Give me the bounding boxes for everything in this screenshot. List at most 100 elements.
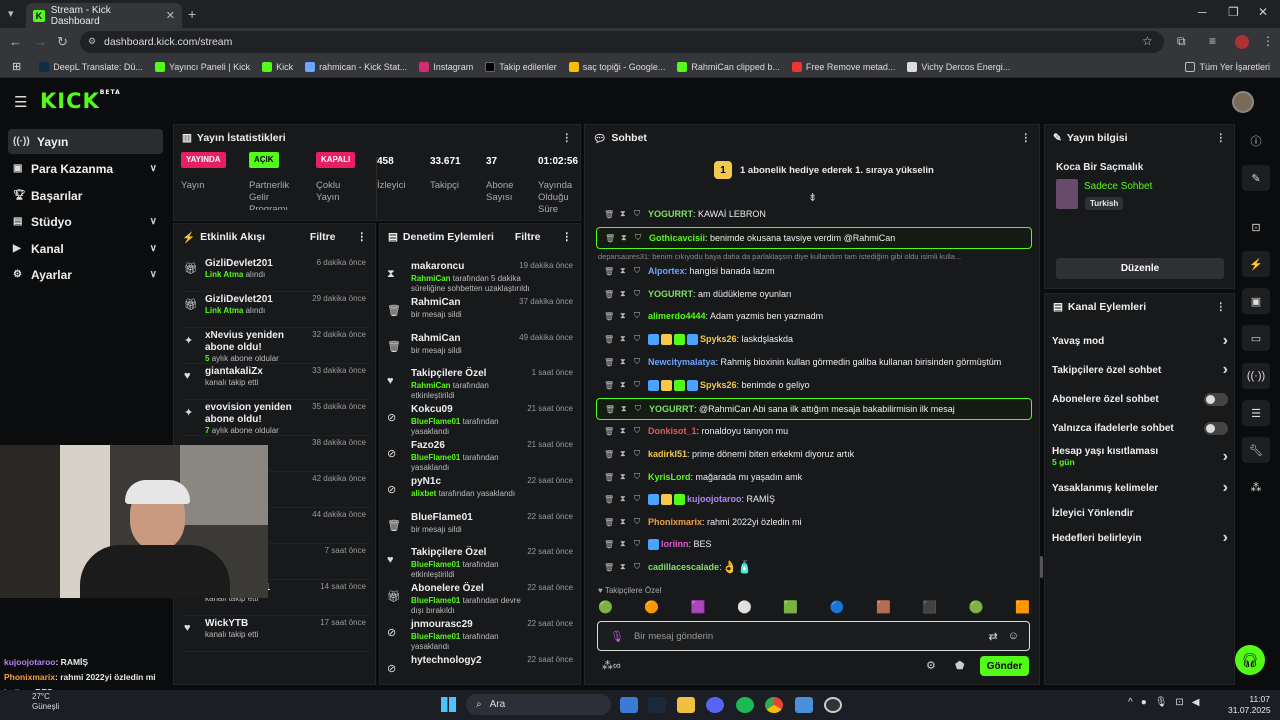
more-icon[interactable]: ⋮ [1216, 301, 1227, 313]
table-row[interactable]: ⊘ hytechnology2 22 saat önce [387, 655, 573, 691]
ban-icon[interactable]: ⛉ [635, 233, 649, 243]
broadcast-rail-icon[interactable]: ((·)) [1242, 363, 1270, 389]
ban-icon[interactable]: ⛉ [634, 562, 648, 572]
sidebar-item-yayin[interactable]: ((·)) Yayın [8, 129, 163, 154]
chat-message[interactable]: 🗑︎ ⧗ ⛉ Spyks26: laskdşlaskda [596, 329, 1036, 349]
bookmark-clip[interactable]: RahmiCan clipped b... [677, 61, 780, 72]
bookmark-kick-stat[interactable]: rahmican - Kick Stat... [305, 61, 407, 72]
chat-message[interactable]: 🗑︎ ⧗ ⛉ kadirkl51: prime dönemi biten erkekm… [596, 444, 1036, 464]
sidebar-item-ayarlar[interactable]: ⚙ Ayarlar ∨ [8, 262, 163, 287]
chat-tools-icon[interactable]: ⁂∞ [602, 659, 621, 672]
chat-message[interactable]: 🗑︎ ⧗ ⛉ Alportex: hangisi banada lazım [596, 261, 1036, 281]
widgets-app-icon[interactable] [620, 697, 638, 713]
emoji-icon[interactable]: ☺ [1008, 630, 1019, 642]
chat-username[interactable]: Spyks26 [700, 334, 737, 344]
maximize-button[interactable]: ❐ [1228, 5, 1239, 19]
chat-message[interactable]: 🗑︎ ⧗ ⛉ YOGURRT: KAWAİ LEBRON [596, 204, 1036, 224]
bookmark-kick[interactable]: Kick [262, 61, 293, 72]
explorer-app-icon[interactable] [677, 697, 695, 713]
timeout-icon[interactable]: ⧗ [620, 334, 634, 344]
weather-widget[interactable]: 27°C Güneşli [32, 692, 59, 712]
toggle-switch[interactable] [1204, 421, 1228, 435]
table-row[interactable]: ⊘ Kokcu09 BlueFlame01 tarafından yasakland… [387, 404, 573, 440]
ban-icon[interactable]: ⛉ [634, 209, 648, 219]
delete-icon[interactable]: 🗑︎ [604, 358, 618, 367]
ban-icon[interactable]: ⛉ [634, 449, 648, 459]
minimize-button[interactable]: ─ [1198, 5, 1207, 19]
ban-icon[interactable]: ⛉ [634, 426, 648, 436]
chat-username[interactable]: Gothicavcisii [649, 233, 705, 243]
media-icon[interactable]: ≡ [1209, 34, 1216, 48]
scan-icon[interactable]: ⊡ [1242, 214, 1270, 240]
clock[interactable]: 11:07 31.07.2025 [1228, 694, 1271, 716]
channel-action[interactable]: Hesap yaşı kısıtlaması 5 gün › [1052, 446, 1228, 467]
delete-icon[interactable]: 🗑︎ [604, 381, 618, 390]
ban-icon[interactable]: ⛉ [634, 472, 648, 482]
lightning-rail-icon[interactable]: ⚡ [1242, 251, 1270, 277]
ban-icon[interactable]: ⛉ [634, 539, 648, 549]
chat-username[interactable]: Alportex [648, 266, 685, 276]
delete-icon[interactable]: 🗑︎ [604, 267, 618, 276]
more-icon[interactable]: ⋮ [357, 231, 368, 243]
chat-username[interactable]: YOGURRT [649, 404, 694, 414]
taskbar-search[interactable]: ⌕ Ara [466, 694, 611, 715]
delete-icon[interactable]: 🗑︎ [604, 335, 618, 344]
timeout-icon[interactable]: ⧗ [620, 289, 634, 299]
back-icon[interactable]: ← [9, 34, 22, 49]
edit-rail-icon[interactable]: ✎ [1242, 165, 1270, 191]
delete-icon[interactable]: 🗑︎ [604, 495, 618, 504]
timeout-icon[interactable]: ⧗ [621, 404, 635, 414]
chat-username[interactable]: loriinn [661, 539, 689, 549]
channel-action[interactable]: Yalnızca ifadelerle sohbet [1052, 418, 1228, 438]
timeout-icon[interactable]: ⧗ [620, 209, 634, 219]
obs-app-icon[interactable] [824, 697, 842, 713]
chat-username[interactable]: kujoojotaroo [687, 494, 742, 504]
channel-action[interactable]: İzleyici Yönlendir [1052, 503, 1228, 523]
ban-icon[interactable]: ⛉ [634, 334, 648, 344]
delete-icon[interactable]: 🗑︎ [605, 234, 619, 243]
timeout-icon[interactable]: ⧗ [621, 233, 635, 243]
chat-username[interactable]: alimerdo4444 [648, 311, 706, 321]
ban-icon[interactable]: ⛉ [634, 266, 648, 276]
timeout-icon[interactable]: ⧗ [620, 472, 634, 482]
chat-message[interactable]: 🗑︎ ⧗ ⛉ Donkisot_1: ronaldoyu tanıyon mu [596, 421, 1036, 441]
edit-button[interactable]: Düzenle [1056, 258, 1224, 279]
chat-message[interactable]: 🗑︎ ⧗ ⛉ kujoojotaroo: RAMİŞ [596, 489, 1036, 509]
close-tab-icon[interactable]: ✕ [166, 9, 175, 22]
delete-icon[interactable]: 🗑︎ [604, 312, 618, 321]
channel-action[interactable]: Hedefleri belirleyin › [1052, 528, 1228, 548]
category-name[interactable]: Sadece Sohbet [1084, 181, 1152, 192]
spotify-app-icon[interactable] [736, 697, 754, 713]
gift-banner[interactable]: 1 1 abonelik hediye ederek 1. sıraya yük… [714, 161, 934, 179]
pinned-collapse-icon[interactable]: ⇟ [808, 191, 817, 204]
delete-icon[interactable]: 🗑︎ [604, 473, 618, 482]
more-rail-icon[interactable]: ⁂ [1242, 474, 1270, 500]
browser-menu-icon[interactable]: ⋮ [1262, 34, 1274, 48]
bookmark-remove[interactable]: Free Remove metad... [791, 61, 895, 72]
emote-icon[interactable]: 🟢 [969, 600, 984, 614]
info-icon[interactable]: ⓘ [1242, 128, 1270, 154]
delete-icon[interactable]: 🗑︎ [604, 540, 618, 549]
table-row[interactable]: ⊘ Fazo26 BlueFlame01 tarafından yasaklandı… [387, 440, 573, 476]
mic-icon[interactable]: 🎙︎ [610, 630, 624, 643]
translate-icon[interactable]: ⇄ [989, 630, 998, 643]
table-row[interactable]: ⊘ jnmourasc29 BlueFlame01 tarafından yasak… [387, 619, 573, 655]
ban-icon[interactable]: ⛉ [634, 311, 648, 321]
sidebar-item-kanal[interactable]: ▶ Kanal ∨ [8, 236, 163, 261]
bookmark-vichy[interactable]: Vichy Dercos Energi... [907, 61, 1010, 72]
delete-icon[interactable]: 🗑︎ [604, 563, 618, 572]
clipboard-rail-icon[interactable]: ▣ [1242, 288, 1270, 314]
support-icon[interactable]: 🎧︎ [1235, 645, 1265, 675]
emote-icon[interactable]: ⚪ [737, 600, 752, 614]
more-icon[interactable]: ⋮ [1021, 132, 1032, 144]
bookmark-kick-panel[interactable]: Yayıncı Paneli | Kick [154, 61, 250, 72]
chat-message[interactable]: 🗑︎ ⧗ ⛉ loriinn: BES [596, 534, 1036, 554]
kick-logo[interactable]: KICKBETA [40, 89, 121, 113]
timeout-icon[interactable]: ⧗ [620, 357, 634, 367]
chat-username[interactable]: Phonixmarix [648, 517, 702, 527]
wrench-rail-icon[interactable]: 🔧︎ [1242, 437, 1270, 463]
more-icon[interactable]: ⋮ [562, 132, 573, 144]
timeout-icon[interactable]: ⧗ [620, 562, 634, 572]
ban-icon[interactable]: ⛉ [634, 380, 648, 390]
chat-settings-icon[interactable]: ⚙ [926, 659, 936, 672]
